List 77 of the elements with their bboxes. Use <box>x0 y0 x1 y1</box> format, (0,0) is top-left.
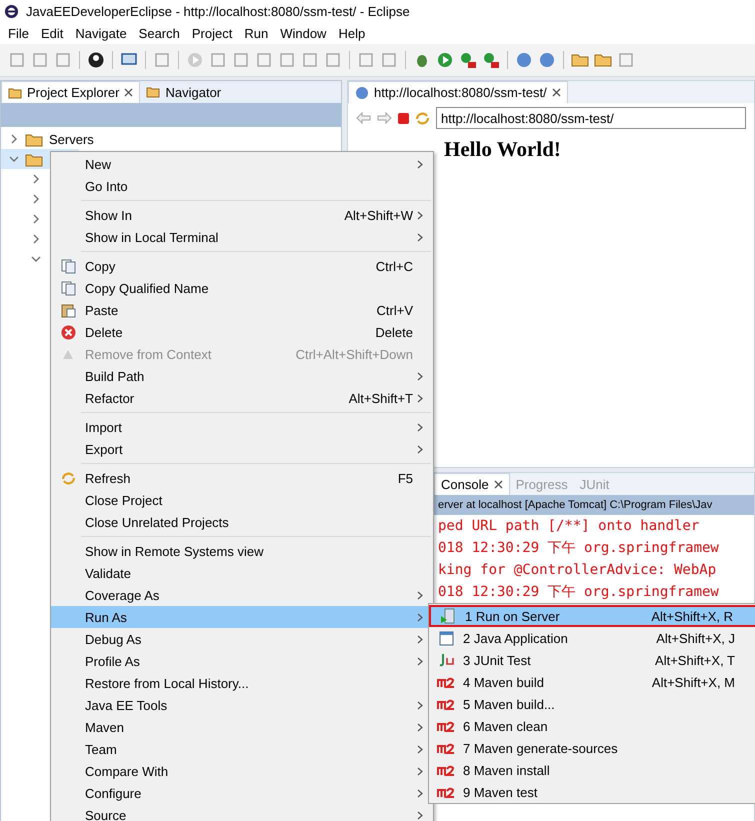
close-icon[interactable] <box>494 480 503 489</box>
console-line: 018 12:30:29 下午 org.springframew <box>438 583 720 602</box>
menu-item[interactable]: Search <box>132 26 186 41</box>
menu-item[interactable]: 4 Maven build Alt+Shift+X, M <box>429 671 755 693</box>
menu-item[interactable]: Paste Ctrl+V <box>51 299 433 321</box>
clipboard-icon <box>60 302 76 318</box>
globe-icon <box>355 86 369 100</box>
menu-item[interactable]: Refactor Alt+Shift+T <box>51 387 433 409</box>
menu-item[interactable]: Import <box>51 416 433 438</box>
console-line: ped URL path [/**] onto handler <box>438 517 700 536</box>
folder-icon <box>146 85 160 99</box>
close-icon[interactable] <box>552 88 561 97</box>
menu-item[interactable]: Project <box>186 26 238 41</box>
menu-item[interactable]: Source <box>51 804 433 821</box>
menu-item[interactable]: Show in Remote Systems view <box>51 540 433 562</box>
ju-icon <box>438 653 454 667</box>
menu-item[interactable]: Show in Local Terminal <box>51 226 433 248</box>
chevron-down-icon[interactable] <box>31 254 41 264</box>
chevron-right-icon[interactable] <box>9 134 19 144</box>
console-line: king for @ControllerAdvice: WebAp <box>438 561 718 580</box>
menu-item[interactable]: Window <box>274 26 332 41</box>
view-tab[interactable]: Project Explorer <box>1 81 140 103</box>
forward-icon[interactable] <box>377 112 392 124</box>
delete-icon <box>60 324 76 340</box>
folder-icon <box>25 152 43 166</box>
menu-item[interactable]: Copy Qualified Name <box>51 277 433 299</box>
app-icon <box>4 4 19 19</box>
page-heading: Hello World! <box>444 137 562 162</box>
menu-item[interactable]: Validate <box>51 562 433 584</box>
m2-icon <box>437 676 455 688</box>
copy-icon <box>60 258 76 274</box>
window-icon <box>438 630 454 646</box>
menu-item[interactable]: 9 Maven test <box>429 781 755 803</box>
menu-item[interactable]: Edit <box>34 26 70 41</box>
refresh-icon[interactable] <box>415 110 430 126</box>
view-tab[interactable]: Console <box>434 473 510 495</box>
menu-item[interactable]: New <box>51 153 433 175</box>
stop-icon[interactable] <box>398 112 409 124</box>
toolbar-icon[interactable] <box>87 51 105 69</box>
view-tab[interactable]: Navigator <box>140 81 228 103</box>
m2-icon <box>437 764 455 776</box>
menu-item[interactable]: Go Into <box>51 175 433 197</box>
folder-icon <box>8 86 22 100</box>
menu-item[interactable]: Export <box>51 438 433 460</box>
menu-item[interactable]: Delete Delete <box>51 321 433 343</box>
m2-icon <box>437 698 455 710</box>
menu-item[interactable]: 6 Maven clean <box>429 715 755 737</box>
menu-item[interactable]: Run <box>238 26 274 41</box>
console-line: 018 12:30:29 下午 org.springframew <box>438 539 720 558</box>
menu-item[interactable]: Show In Alt+Shift+W <box>51 204 433 226</box>
m2-icon <box>437 742 455 754</box>
menu-item[interactable]: File <box>2 26 35 41</box>
menu-item[interactable]: Copy Ctrl+C <box>51 255 433 277</box>
window-title: JavaEEDeveloperEclipse - http://localhost:8080/ssm-test/ - Eclipse <box>26 4 410 19</box>
menu-item[interactable]: Navigate <box>69 26 133 41</box>
menu-item[interactable]: 3 JUnit Test Alt+Shift+X, T <box>429 649 755 671</box>
url-field[interactable]: http://localhost:8080/ssm-test/ <box>436 107 746 129</box>
close-icon[interactable] <box>124 88 134 97</box>
menu-item[interactable]: 5 Maven build... <box>429 693 755 715</box>
refresh-icon <box>60 470 76 486</box>
menu-item[interactable]: Build Path <box>51 365 433 387</box>
menu-item[interactable]: 1 Run on Server Alt+Shift+X, R <box>429 605 755 627</box>
m2-icon <box>437 720 455 732</box>
browser-tab[interactable]: http://localhost:8080/ssm-test/ <box>348 81 568 103</box>
menu-item[interactable]: Help <box>332 26 372 41</box>
tree-item[interactable]: Servers <box>1 129 341 149</box>
copy-icon <box>60 280 76 296</box>
menu-item[interactable]: 8 Maven install <box>429 759 755 781</box>
menu-item[interactable]: 2 Java Application Alt+Shift+X, J <box>429 627 755 649</box>
menu-item[interactable]: Coverage As <box>51 584 433 606</box>
folder-icon <box>25 132 43 146</box>
menu-item[interactable]: 7 Maven generate-sources <box>429 737 755 759</box>
menu-item[interactable]: Refresh F5 <box>51 467 433 489</box>
chevron-down-icon[interactable] <box>9 154 19 164</box>
m2-icon <box>437 786 455 798</box>
server-icon <box>440 608 456 624</box>
back-icon[interactable] <box>356 112 371 124</box>
